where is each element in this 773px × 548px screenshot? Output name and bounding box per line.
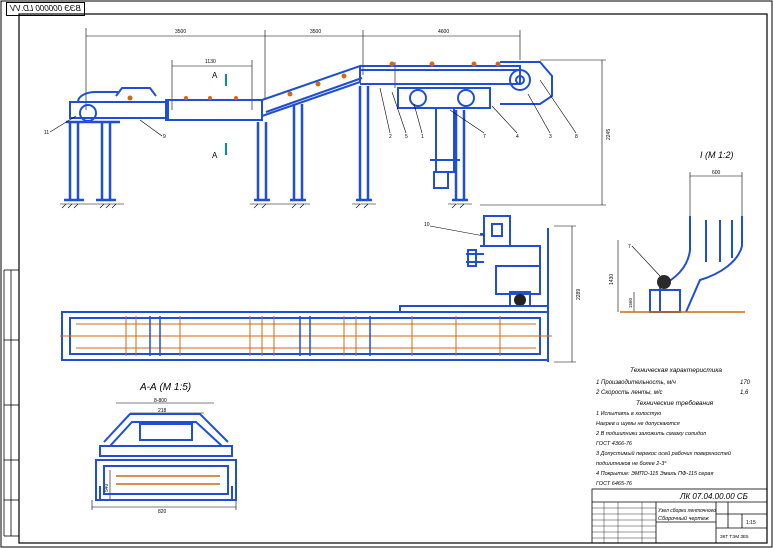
callout-9: 9 xyxy=(163,134,166,140)
callout-10: 10 xyxy=(424,222,430,228)
requirement-2: 2 В подшипники заложить смазку солидол xyxy=(595,431,706,437)
dimension-lines xyxy=(85,28,606,206)
left-margin-strip xyxy=(3,269,19,537)
detail-view-1: I (M 1:2) 600 1430 1560 7 xyxy=(609,150,745,313)
section-mark-top: A xyxy=(212,71,218,80)
detail-callout-7: 7 xyxy=(628,244,631,250)
doc-name-line2: Сборочный чертеж xyxy=(658,515,709,522)
conveyor-plan-view: 10 2289 xyxy=(60,215,582,363)
tech-spec-line2: 2 Скорость ленты, м/с xyxy=(595,390,663,396)
section-mark-bottom: A xyxy=(212,151,218,160)
callout-11: 11 xyxy=(44,130,49,136)
dim-1130: 1130 xyxy=(205,59,216,65)
drawing-code-stamp: ВЭЭ 000000 LD.VV xyxy=(6,2,85,16)
requirement-5: подшипников не более 2-3° xyxy=(596,461,667,467)
dim-2245: 2245 xyxy=(606,129,612,140)
requirement-1: Нагрев и шумы не допускаются xyxy=(596,421,680,427)
detail-title: I (M 1:2) xyxy=(700,150,734,160)
tech-spec-line1: 1 Производительность, м/ч xyxy=(596,380,676,386)
callout-3: 3 xyxy=(549,134,552,140)
organization: ЗКТ ТЭМ ЗЕ5 xyxy=(720,534,749,539)
section-a-a: А-А (М 1:5) 8-800 218 820 540 xyxy=(91,382,237,515)
dim-3500-b: 3500 xyxy=(310,29,321,35)
conveyor-frame xyxy=(69,61,553,189)
ground-hatch xyxy=(60,203,472,209)
tech-spec-title: Техническая характеристика xyxy=(630,367,722,374)
tech-spec-value2: 1,6 xyxy=(740,390,749,396)
detail-dim-600: 600 xyxy=(712,170,721,176)
requirement-4: 3 Допустимый перекос осей рабочих поверх… xyxy=(596,450,731,457)
section-title: А-А (М 1:5) xyxy=(139,382,191,393)
conveyor-side-view: 3500 3500 4600 1130 2245 A A 11 9 2 5 1 … xyxy=(44,28,612,209)
requirement-7: ГОСТ 6465-76 xyxy=(596,481,633,487)
doc-name-line1: Узел сборки ленточного xyxy=(658,508,716,514)
detail-dim-1560: 1560 xyxy=(628,297,633,308)
doc-number: ЛК 07.04.00.00 СБ xyxy=(679,492,748,501)
notes-area: Техническая характеристика 1 Производите… xyxy=(595,367,751,487)
callout-4: 4 xyxy=(516,134,519,140)
section-dim-820: 820 xyxy=(158,509,167,515)
dim-3500-a: 3500 xyxy=(175,29,186,35)
section-dim-8-800: 8-800 xyxy=(154,398,167,404)
callout-7: 7 xyxy=(483,134,486,140)
title-block: ЛК 07.04.00.00 СБ Узел сборки ленточного… xyxy=(591,488,768,544)
plan-dim-2289: 2289 xyxy=(576,289,582,300)
callout-8: 8 xyxy=(575,134,578,140)
requirement-6: 4 Покрытие: ЭМПО-115 Эмаль ПФ-115 серая xyxy=(596,471,713,477)
detail-dim-1430: 1430 xyxy=(609,274,615,285)
support-legs xyxy=(64,86,468,202)
requirement-3: ГОСТ 4366-76 xyxy=(596,441,633,447)
callout-5: 5 xyxy=(405,134,408,140)
callout-2: 2 xyxy=(389,134,392,140)
dim-4600: 4600 xyxy=(438,29,449,35)
tech-spec-value1: 170 xyxy=(740,380,751,386)
requirements-title: Технические требования xyxy=(636,399,714,407)
callout-1: 1 xyxy=(421,134,424,140)
drawing-sheet: 3500 3500 4600 1130 2245 A A 11 9 2 5 1 … xyxy=(0,0,773,548)
requirement-0: 1 Испытать в холостую xyxy=(596,411,661,417)
detail-bearing xyxy=(657,275,671,289)
sheet-scale: 1:15 xyxy=(746,520,756,526)
